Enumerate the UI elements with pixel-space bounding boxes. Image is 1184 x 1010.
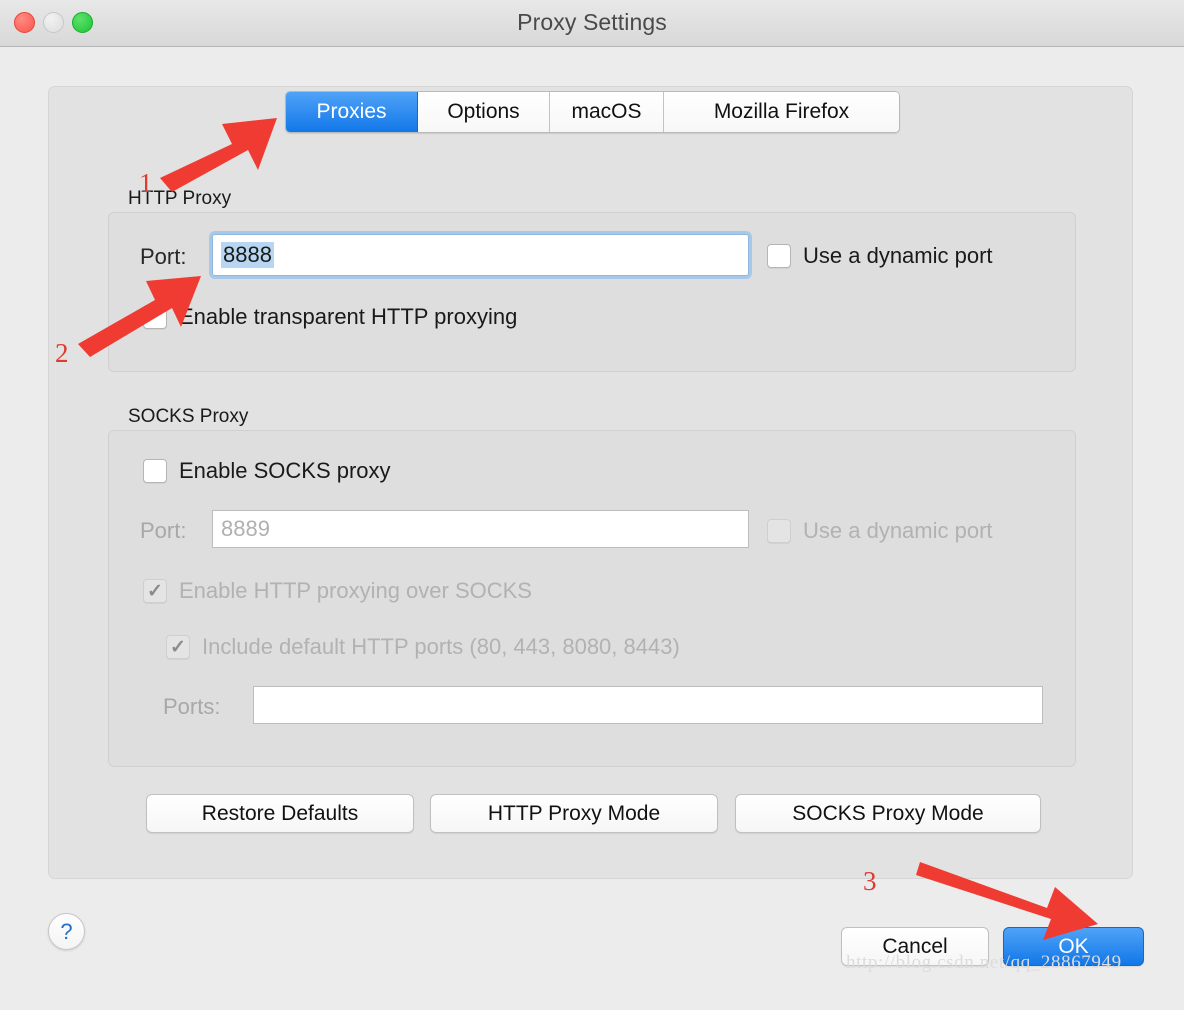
socks-enable-row[interactable]: ✓ Enable SOCKS proxy (143, 458, 391, 484)
tab-proxies-label: Proxies (316, 100, 387, 123)
tab-mozilla-firefox[interactable]: Mozilla Firefox (664, 92, 899, 132)
socks-dynamic-port-label: Use a dynamic port (803, 518, 993, 543)
tab-bar: Proxies Options macOS Mozilla Firefox (285, 91, 900, 133)
tab-options-label: Options (447, 100, 520, 123)
http-transparent-checkbox[interactable]: ✓ (143, 305, 167, 329)
tab-macos-label: macOS (571, 100, 642, 123)
http-dynamic-port-label: Use a dynamic port (803, 243, 993, 268)
socks-dynamic-port-row: ✓ Use a dynamic port (767, 518, 993, 544)
http-port-value: 8888 (221, 241, 274, 269)
socks-http-over-socks-checkbox: ✓ (143, 579, 167, 603)
help-button[interactable]: ? (48, 913, 85, 950)
watermark-text: http://blog.csdn.net/qq_28867949 (846, 952, 1122, 973)
socks-port-label: Port: (140, 518, 187, 543)
annotation-number-3: 3 (863, 866, 877, 896)
http-port-label: Port: (140, 244, 187, 269)
http-transparent-row[interactable]: ✓ Enable transparent HTTP proxying (143, 304, 517, 330)
socks-port-value: 8889 (221, 516, 270, 541)
socks-proxy-mode-label: SOCKS Proxy Mode (792, 801, 984, 825)
socks-http-over-socks-row: ✓ Enable HTTP proxying over SOCKS (143, 578, 532, 604)
socks-http-over-socks-label: Enable HTTP proxying over SOCKS (179, 578, 532, 603)
tab-macos[interactable]: macOS (550, 92, 664, 132)
proxy-settings-window: Proxy Settings Proxies Options macOS Moz… (0, 0, 1184, 1010)
annotation-number-2: 2 (55, 338, 69, 368)
socks-enable-checkbox[interactable]: ✓ (143, 459, 167, 483)
socks-include-default-ports-row: ✓ Include default HTTP ports (80, 443, 8… (166, 634, 680, 660)
socks-proxy-mode-button[interactable]: SOCKS Proxy Mode (735, 794, 1041, 833)
socks-proxy-group-label: SOCKS Proxy (128, 406, 249, 427)
restore-defaults-button[interactable]: Restore Defaults (146, 794, 414, 833)
http-transparent-label: Enable transparent HTTP proxying (179, 304, 518, 329)
restore-defaults-label: Restore Defaults (201, 801, 359, 825)
socks-port-input: 8889 (212, 510, 749, 548)
tab-options[interactable]: Options (418, 92, 550, 132)
http-dynamic-port-row[interactable]: ✓ Use a dynamic port (767, 243, 993, 269)
checkmark-icon: ✓ (147, 580, 163, 602)
question-mark-icon: ? (60, 918, 73, 944)
socks-dynamic-port-checkbox: ✓ (767, 519, 791, 543)
http-port-input[interactable]: 8888 (209, 231, 752, 279)
window-title: Proxy Settings (517, 9, 667, 35)
annotation-number-1: 1 (139, 168, 153, 198)
checkmark-icon: ✓ (170, 636, 186, 658)
tab-proxies[interactable]: Proxies (286, 92, 418, 132)
socks-ports-label: Ports: (163, 694, 221, 719)
title-bar: Proxy Settings (0, 0, 1184, 47)
socks-ports-input (253, 686, 1043, 724)
socks-include-default-ports-label: Include default HTTP ports (80, 443, 808… (202, 634, 680, 659)
http-dynamic-port-checkbox[interactable]: ✓ (767, 244, 791, 268)
tab-mozilla-firefox-label: Mozilla Firefox (713, 100, 850, 123)
socks-include-default-ports-checkbox: ✓ (166, 635, 190, 659)
http-proxy-mode-button[interactable]: HTTP Proxy Mode (430, 794, 718, 833)
socks-enable-label: Enable SOCKS proxy (179, 458, 391, 483)
http-proxy-mode-label: HTTP Proxy Mode (487, 801, 661, 825)
